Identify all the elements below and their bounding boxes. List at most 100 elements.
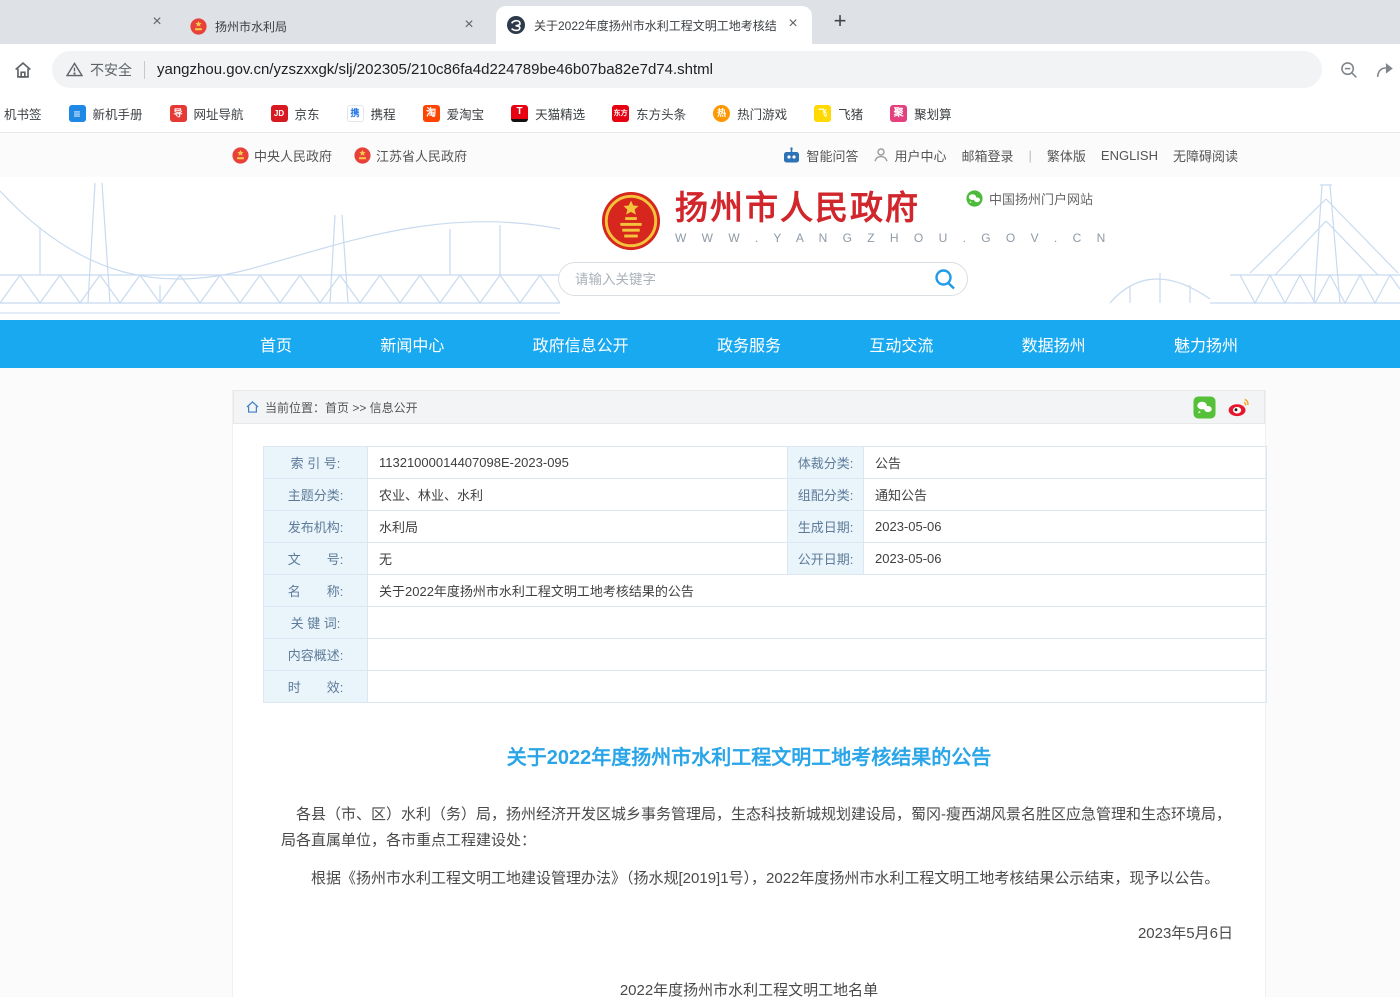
nav-news[interactable]: 新闻中心: [380, 332, 444, 356]
article-paragraph: 根据《扬州市水利工程文明工地建设管理办法》（扬水规[2019]1号），2022年…: [281, 866, 1233, 892]
bookmark-item[interactable]: 东方东方头条: [612, 104, 686, 123]
portal-link[interactable]: 中国扬州门户网站: [966, 189, 1093, 208]
bridge-line-art: [0, 177, 560, 320]
meta-label: 文 号:: [264, 543, 368, 575]
meta-value: 2023-05-06: [864, 543, 1267, 575]
bookmark-icon: 淘: [423, 105, 440, 122]
robot-icon: [782, 147, 801, 164]
close-tab-icon[interactable]: ×: [148, 14, 166, 32]
meta-value: [368, 639, 1267, 671]
nav-data[interactable]: 数据扬州: [1022, 332, 1086, 356]
close-tab-icon[interactable]: ×: [460, 17, 478, 35]
bookmark-label: 京东: [295, 104, 320, 123]
meta-label: 组配分类:: [788, 479, 864, 511]
article-date: 2023年5月6日: [233, 922, 1265, 943]
article-list-title: 2022年度扬州市水利工程文明工地名单: [233, 979, 1265, 997]
link-label: ENGLISH: [1101, 148, 1158, 163]
meta-value: 无: [368, 543, 788, 575]
table-row: 文 号: 无 公开日期: 2023-05-06: [264, 543, 1267, 575]
link-jiangsu-gov[interactable]: 江苏省人民政府: [354, 146, 467, 165]
link-label: 邮箱登录: [961, 146, 1013, 165]
home-icon: [246, 401, 259, 413]
zoom-out-icon[interactable]: [1338, 59, 1360, 81]
bookmark-item[interactable]: 机书签: [4, 104, 42, 123]
meta-value: 农业、林业、水利: [368, 479, 788, 511]
tower-line-art: [1090, 177, 1400, 320]
article-body: 各县（市、区）水利（务）局，扬州经济开发区城乡事务管理局，生态科技新城规划建设局…: [233, 802, 1265, 892]
meta-label: 索 引 号:: [264, 447, 368, 479]
security-label: 不安全: [90, 60, 132, 80]
meta-value: 公告: [864, 447, 1267, 479]
bookmark-item[interactable]: ≡ 新机手册: [69, 104, 143, 123]
nav-home[interactable]: 首页: [260, 332, 292, 356]
url-text[interactable]: yangzhou.gov.cn/yzszxxgk/slj/202305/210c…: [157, 61, 713, 78]
meta-label: 体裁分类:: [788, 447, 864, 479]
meta-label: 关 键 词:: [264, 607, 368, 639]
bookmark-item[interactable]: T天猫精选: [511, 104, 585, 123]
wechat-share-icon[interactable]: [1193, 396, 1216, 419]
portal-label: 中国扬州门户网站: [989, 189, 1093, 208]
bookmark-label: 新机手册: [93, 104, 143, 123]
nav-interaction[interactable]: 互动交流: [869, 332, 933, 356]
link-label: 用户中心: [894, 146, 946, 165]
close-tab-icon[interactable]: ×: [784, 16, 802, 34]
link-accessibility[interactable]: 无障碍阅读: [1173, 146, 1238, 165]
link-traditional[interactable]: 繁体版: [1047, 146, 1086, 165]
bookmark-item[interactable]: 导网址导航: [170, 104, 244, 123]
tab-shuiliju[interactable]: 扬州市水利局 ×: [180, 8, 488, 44]
site-search: [558, 262, 968, 296]
bookmark-icon: ≡: [69, 105, 86, 122]
meta-value: 水利局: [368, 511, 788, 543]
nav-info-disclosure[interactable]: 政府信息公开: [533, 332, 629, 356]
bookmark-item[interactable]: JD京东: [271, 104, 320, 123]
address-bar[interactable]: 不安全 yangzhou.gov.cn/yzszxxgk/slj/202305/…: [52, 51, 1322, 88]
table-row: 内容概述:: [264, 639, 1267, 671]
browser-window: × 扬州市水利局 × 关于2022年度扬州市水利工程文明工地考核结果的公告 × …: [0, 0, 1400, 997]
bookmark-label: 携程: [371, 104, 396, 123]
home-button[interactable]: [12, 59, 34, 81]
national-emblem-icon: [600, 190, 662, 252]
bookmark-label: 网址导航: [194, 104, 244, 123]
link-english[interactable]: ENGLISH: [1101, 148, 1158, 163]
meta-value: 11321000014407098E-2023-095: [368, 447, 788, 479]
page-background: 当前位置：首页 >> 信息公开 索 引 号: 11321000014407098…: [0, 368, 1400, 997]
meta-label: 发布机构:: [264, 511, 368, 543]
table-row: 关 键 词:: [264, 607, 1267, 639]
weibo-share-icon[interactable]: [1227, 396, 1250, 419]
site-header: 扬州市人民政府 W W W . Y A N G Z H O U . G O V …: [0, 177, 1400, 320]
divider: |: [1029, 148, 1032, 163]
meta-value: [368, 671, 1267, 703]
share-icon[interactable]: [1374, 59, 1396, 81]
link-user-center[interactable]: 用户中心: [873, 146, 946, 165]
browser-toolbar: 不安全 yangzhou.gov.cn/yzszxxgk/slj/202305/…: [0, 44, 1400, 95]
bookmark-icon: T: [511, 105, 528, 122]
bookmark-label: 聚划算: [914, 104, 952, 123]
link-mail-login[interactable]: 邮箱登录: [961, 146, 1013, 165]
nav-services[interactable]: 政务服务: [717, 332, 781, 356]
tab-active-announcement[interactable]: 关于2022年度扬州市水利工程文明工地考核结果的公告 ×: [496, 6, 812, 44]
bookmark-item[interactable]: 淘爱淘宝: [423, 104, 485, 123]
bookmark-icon: 热: [713, 105, 730, 122]
gov-emblem-icon: [232, 147, 249, 164]
bookmark-item[interactable]: 飞飞猪: [814, 104, 863, 123]
search-input[interactable]: [575, 272, 933, 287]
link-smart-qa[interactable]: 智能问答: [782, 146, 858, 165]
link-central-gov[interactable]: 中央人民政府: [232, 146, 332, 165]
table-row: 主题分类: 农业、林业、水利 组配分类: 通知公告: [264, 479, 1267, 511]
nav-charm[interactable]: 魅力扬州: [1174, 332, 1238, 356]
breadcrumb: 当前位置：首页 >> 信息公开: [233, 390, 1265, 424]
table-row: 时 效:: [264, 671, 1267, 703]
bookmark-item[interactable]: 聚聚划算: [890, 104, 952, 123]
meta-value: 关于2022年度扬州市水利工程文明工地考核结果的公告: [368, 575, 1267, 607]
search-icon[interactable]: [933, 267, 957, 291]
bookmark-item[interactable]: 携携程: [347, 104, 396, 123]
bookmark-item[interactable]: 热热门游戏: [713, 104, 787, 123]
gov-emblem-icon: [354, 147, 371, 164]
bookmark-label: 机书签: [4, 104, 42, 123]
new-tab-button[interactable]: +: [826, 8, 854, 36]
article-title: 关于2022年度扬州市水利工程文明工地考核结果的公告: [233, 741, 1265, 770]
tab-strip: × 扬州市水利局 × 关于2022年度扬州市水利工程文明工地考核结果的公告 × …: [0, 0, 1400, 44]
meta-label: 生成日期:: [788, 511, 864, 543]
breadcrumb-label[interactable]: 当前位置：首页 >> 信息公开: [265, 399, 418, 416]
user-icon: [873, 147, 889, 163]
